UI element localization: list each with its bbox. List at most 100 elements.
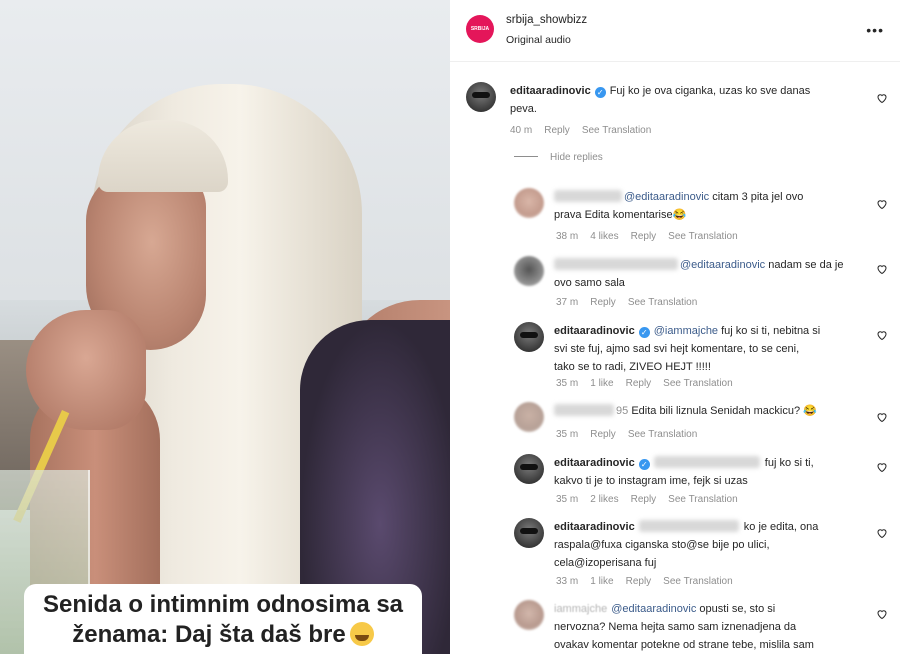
heart-icon[interactable] bbox=[876, 198, 888, 210]
reply-mention[interactable]: @editaaradinovic bbox=[680, 259, 765, 271]
avatar[interactable] bbox=[514, 402, 544, 432]
caption-line-2: ženama: Daj šta daš bre bbox=[24, 620, 422, 650]
reply-body-line-3: tako se to radi, ZIVEO HEJT !!!!! bbox=[554, 361, 711, 373]
avatar[interactable] bbox=[514, 188, 544, 218]
reply-time: 35 m bbox=[556, 494, 579, 505]
reply-button[interactable]: Reply bbox=[590, 429, 616, 440]
reply-text: editaaradinovic ✓ fuj ko si ti, kakvo ti … bbox=[554, 454, 854, 490]
reply-button[interactable]: Reply bbox=[626, 378, 652, 389]
account-username[interactable]: srbija_showbizz bbox=[506, 14, 587, 26]
see-translation-button[interactable]: See Translation bbox=[628, 429, 698, 440]
reply-button[interactable]: Reply bbox=[544, 125, 570, 136]
reply-body-line-1: citam 3 pita jel ovo bbox=[712, 191, 804, 203]
reply-body-line-1: opusti se, sto si bbox=[699, 603, 776, 615]
see-translation-button[interactable]: See Translation bbox=[663, 378, 733, 389]
reply-body-line-2: nervozna? Nema hejta samo sam iznenadjen… bbox=[554, 621, 797, 633]
verified-badge-icon: ✓ bbox=[594, 87, 606, 98]
see-translation-button[interactable]: See Translation bbox=[668, 494, 738, 505]
reply-meta: 35 m 1 like Reply See Translation bbox=[556, 378, 745, 389]
reply-meta: 37 m Reply See Translation bbox=[556, 297, 709, 308]
divider-line bbox=[514, 156, 538, 157]
comment-text: editaaradinovic ✓ Fuj ko je ova ciganka, u… bbox=[510, 82, 860, 118]
comment-username[interactable]: editaaradinovic bbox=[510, 85, 591, 97]
heart-icon[interactable] bbox=[876, 608, 888, 620]
sunglasses-icon bbox=[472, 92, 490, 98]
see-translation-button[interactable]: See Translation bbox=[663, 576, 733, 587]
video-player[interactable]: Senida o intimnim odnosima sa ženama: Da… bbox=[0, 0, 450, 654]
reply-body-line-2: raspala@fuxa ciganska sto@se bije po uli… bbox=[554, 539, 770, 551]
heart-icon[interactable] bbox=[876, 92, 888, 104]
reply-button[interactable]: Reply bbox=[631, 231, 657, 242]
reply-body-line-2: ovo samo sala bbox=[554, 277, 625, 289]
avatar[interactable] bbox=[514, 600, 544, 630]
reply-body-line-3: cela@izoperisana fuj bbox=[554, 557, 657, 569]
reply-username[interactable]: editaaradinovic bbox=[554, 521, 635, 533]
avatar[interactable] bbox=[514, 518, 544, 548]
comment-body-line-2: peva. bbox=[510, 103, 537, 115]
reply-mention[interactable]: @editaaradinovic bbox=[611, 603, 696, 615]
blurred-mention bbox=[653, 456, 760, 468]
reply-body-line-1: ko je edita, ona bbox=[743, 521, 819, 533]
reply-likes[interactable]: 1 like bbox=[590, 378, 613, 389]
original-audio-link[interactable]: Original audio bbox=[506, 34, 571, 46]
reply-meta: 35 m Reply See Translation bbox=[556, 429, 709, 440]
blurred-mention bbox=[638, 520, 739, 532]
avatar[interactable] bbox=[466, 82, 496, 112]
reply-name-suffix: 95 bbox=[616, 405, 629, 417]
reply-time: 38 m bbox=[556, 231, 579, 242]
more-options-icon[interactable]: ••• bbox=[866, 22, 884, 38]
see-translation-button[interactable]: See Translation bbox=[668, 231, 738, 242]
reply-meta: 38 m 4 likes Reply See Translation bbox=[556, 231, 750, 242]
account-avatar[interactable]: SRBIJA SHOWBIZZ bbox=[466, 15, 494, 60]
avatar[interactable] bbox=[514, 256, 544, 286]
blurred-username bbox=[554, 190, 622, 202]
heart-icon[interactable] bbox=[876, 411, 888, 423]
heart-icon[interactable] bbox=[876, 263, 888, 275]
comment-time: 40 m bbox=[510, 125, 533, 136]
reply-body-line-1: nadam se da je bbox=[768, 259, 844, 271]
reply-username-faded[interactable]: iammajche bbox=[554, 603, 607, 615]
reply-likes[interactable]: 1 like bbox=[590, 576, 613, 587]
reply-username[interactable]: editaaradinovic bbox=[554, 457, 635, 469]
post-header: SRBIJA SHOWBIZZ srbija_showbizz Original… bbox=[450, 0, 900, 62]
hide-replies-label: Hide replies bbox=[550, 152, 603, 163]
avatar[interactable] bbox=[514, 322, 544, 352]
reply-body-line-2: prava Edita komentarise😂 bbox=[554, 209, 687, 221]
caption-line-1: Senida o intimnim odnosima sa bbox=[42, 591, 404, 618]
heart-icon[interactable] bbox=[876, 329, 888, 341]
reply-time: 35 m bbox=[556, 429, 579, 440]
reply-body-line-3: ovakav komentar potekne od strane tebe, … bbox=[554, 639, 814, 651]
reply-body-line-2: svi ste fuj, ajmo sad svi hejt komentare… bbox=[554, 343, 800, 355]
sunglasses-icon bbox=[520, 464, 538, 470]
reply-likes[interactable]: 2 likes bbox=[590, 494, 618, 505]
sweat-smile-icon bbox=[349, 622, 374, 646]
reply-body-line-2: kakvo ti je to instagram ime, fejk si uz… bbox=[554, 475, 748, 487]
blurred-username bbox=[554, 258, 678, 270]
reply-button[interactable]: Reply bbox=[631, 494, 657, 505]
reply-button[interactable]: Reply bbox=[626, 576, 652, 587]
woman-hand bbox=[26, 310, 146, 430]
comment-meta: 40 m Reply See Translation bbox=[510, 125, 663, 136]
avatar[interactable] bbox=[514, 454, 544, 484]
reply-meta: 35 m 2 likes Reply See Translation bbox=[556, 494, 750, 505]
reply-likes[interactable]: 4 likes bbox=[590, 231, 618, 242]
reply-mention[interactable]: @iammajche bbox=[654, 325, 718, 337]
reply-username[interactable]: editaaradinovic bbox=[554, 325, 635, 337]
reply-text: 95 Edita bili liznula Senidah mackicu? 😂 bbox=[554, 402, 864, 420]
reply-time: 35 m bbox=[556, 378, 579, 389]
reply-mention[interactable]: @editaaradinovic bbox=[624, 191, 709, 203]
comments-panel: SRBIJA SHOWBIZZ srbija_showbizz Original… bbox=[450, 0, 900, 654]
reply-text: editaaradinovic ✓ @iammajche fuj ko si ti,… bbox=[554, 322, 854, 376]
hide-replies-button[interactable]: Hide replies bbox=[514, 152, 603, 163]
video-caption: Senida o intimnim odnosima sa ženama: Da… bbox=[24, 584, 422, 654]
heart-icon[interactable] bbox=[876, 461, 888, 473]
see-translation-button[interactable]: See Translation bbox=[582, 125, 652, 136]
reply-body-line-1: fuj ko si ti, nebitna si bbox=[721, 325, 821, 337]
reply-body-line-1: fuj ko si ti, bbox=[764, 457, 814, 469]
reply-meta: 33 m 1 like Reply See Translation bbox=[556, 576, 745, 587]
reply-button[interactable]: Reply bbox=[590, 297, 616, 308]
see-translation-button[interactable]: See Translation bbox=[628, 297, 698, 308]
reply-text: @editaaradinovic nadam se da je ovo samo… bbox=[554, 256, 854, 292]
reply-time: 37 m bbox=[556, 297, 579, 308]
heart-icon[interactable] bbox=[876, 527, 888, 539]
